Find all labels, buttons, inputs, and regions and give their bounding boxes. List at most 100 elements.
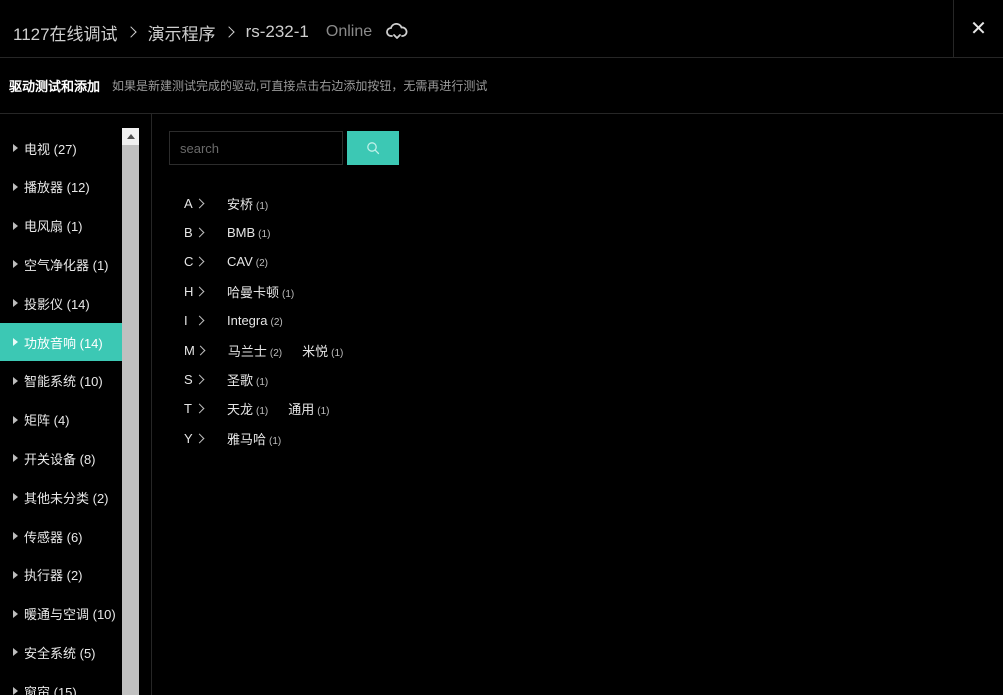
brand-item[interactable]: 圣歌 (1) <box>227 370 268 389</box>
breadcrumb-item-program[interactable]: 演示程序 <box>148 20 216 45</box>
brand-item[interactable]: 哈曼卡顿 (1) <box>227 282 294 301</box>
section-title: 驱动测试和添加 <box>9 79 101 94</box>
brand-group-row: H 哈曼卡顿 (1) <box>184 276 314 306</box>
brand-group-letter: M <box>184 342 195 358</box>
sidebar-item[interactable]: 传感器 (6) <box>0 517 122 555</box>
brand-group-letter: S <box>184 371 193 387</box>
caret-right-icon <box>13 570 18 579</box>
caret-right-icon <box>13 221 18 230</box>
sidebar-item[interactable]: 安全系统 (5) <box>0 633 122 671</box>
sidebar-item-label: 空气净化器 (1) <box>24 257 109 273</box>
brand-name: BMB <box>227 224 256 240</box>
sidebar-item[interactable]: 暖通与空调 (10) <box>0 595 122 633</box>
brand-group-letter: B <box>184 224 193 240</box>
connection-status: Online <box>325 23 373 40</box>
brand-group-row: C CAV (2) <box>184 247 288 277</box>
chevron-right-icon <box>124 26 137 38</box>
sidebar-item-label: 播放器 (12) <box>24 180 90 196</box>
chevron-right-icon <box>194 227 205 238</box>
sidebar-item-label: 功放音响 (14) <box>24 335 103 351</box>
brand-group-row: T 天龙 (1) 通用 (1) <box>184 394 350 424</box>
brand-count: (2) <box>255 258 268 270</box>
brand-item[interactable]: 米悦 (1) <box>302 341 343 360</box>
brand-group-row: M 马兰士 (2) 米悦 (1) <box>184 335 363 365</box>
brand-name: 天龙 <box>227 402 254 418</box>
brand-group-letter: I <box>184 313 188 329</box>
scroll-up-button[interactable] <box>122 128 139 145</box>
brand-item[interactable]: 天龙 (1) <box>227 399 268 418</box>
sidebar-item-label: 智能系统 (10) <box>24 374 103 390</box>
brand-group-letter: T <box>184 401 192 417</box>
close-button[interactable]: ✕ <box>953 0 1003 58</box>
brand-item[interactable]: 雅马哈 (1) <box>227 429 281 448</box>
caret-right-icon <box>13 609 18 618</box>
brand-item[interactable]: 安桥 (1) <box>227 194 268 213</box>
sidebar-item-label: 传感器 (6) <box>24 529 83 545</box>
sidebar-scrollbar-thumb[interactable] <box>122 145 139 695</box>
brand-name: 圣歌 <box>227 372 254 388</box>
sidebar-item[interactable]: 功放音响 (14) <box>0 323 122 361</box>
sidebar-item[interactable]: 窗帘 (15) <box>0 672 122 695</box>
chevron-right-icon <box>194 403 205 414</box>
cloud-sync-icon[interactable] <box>386 23 408 41</box>
section-hint: 如果是新建测试完成的驱动,可直接点击右边添加按钮，无需再进行测试 <box>112 79 488 93</box>
sidebar-item-label: 开关设备 (8) <box>24 451 96 467</box>
chevron-right-icon <box>194 315 205 326</box>
sidebar-item[interactable]: 投影仪 (14) <box>0 284 122 322</box>
brand-item[interactable]: 马兰士 (2) <box>228 341 282 360</box>
arrow-up-icon <box>126 134 135 139</box>
breadcrumb-item-device: rs-232-1 <box>245 22 309 41</box>
brand-group-row: S 圣歌 (1) <box>184 364 288 394</box>
brand-count: (1) <box>269 435 282 447</box>
search-icon <box>367 142 380 155</box>
caret-right-icon <box>13 454 18 463</box>
sidebar-item[interactable]: 矩阵 (4) <box>0 401 122 439</box>
caret-right-icon <box>13 182 18 191</box>
brand-group-letter: Y <box>184 430 193 446</box>
breadcrumb-item-project[interactable]: 1127在线调试 <box>13 20 118 45</box>
brand-name: CAV <box>227 254 253 270</box>
sidebar-item-label: 暖通与空调 (10) <box>24 607 116 623</box>
brand-count: (1) <box>256 200 269 212</box>
sidebar-item[interactable]: 播放器 (12) <box>0 168 122 206</box>
brand-name: 通用 <box>288 402 315 418</box>
brand-name: 马兰士 <box>227 343 267 359</box>
brand-count: (1) <box>317 406 330 418</box>
sidebar-item-label: 投影仪 (14) <box>24 296 90 312</box>
sidebar-item[interactable]: 其他未分类 (2) <box>0 478 122 516</box>
brand-item[interactable]: BMB (1) <box>227 225 270 240</box>
brand-count: (1) <box>256 406 269 418</box>
search-button[interactable] <box>347 131 399 165</box>
sidebar-item[interactable]: 空气净化器 (1) <box>0 245 122 283</box>
sidebar-item[interactable]: 电风扇 (1) <box>0 207 122 245</box>
caret-right-icon <box>13 532 18 540</box>
brand-name: 哈曼卡顿 <box>227 284 280 300</box>
brand-name: Integra <box>227 313 268 329</box>
chevron-right-icon <box>194 433 205 444</box>
brand-count: (1) <box>282 288 295 300</box>
chevron-right-icon <box>222 26 235 38</box>
caret-right-icon <box>13 260 18 269</box>
brand-group-row: A 安桥 (1) <box>184 188 288 218</box>
brand-group-letter: A <box>184 195 193 211</box>
brand-item[interactable]: CAV (2) <box>227 254 268 269</box>
sidebar-item[interactable]: 电视 (27) <box>0 129 122 167</box>
brand-group-row: Y 雅马哈 (1) <box>184 423 301 453</box>
brand-name: 安桥 <box>227 196 254 212</box>
sidebar-item[interactable]: 执行器 (2) <box>0 556 122 594</box>
brand-name: 米悦 <box>302 343 329 359</box>
brand-count: (1) <box>331 347 344 359</box>
brand-item[interactable]: Integra (2) <box>227 313 283 328</box>
brand-count: (2) <box>269 347 283 359</box>
sidebar-item[interactable]: 智能系统 (10) <box>0 362 122 400</box>
brand-count: (2) <box>270 317 283 329</box>
brand-item[interactable]: 通用 (1) <box>288 399 329 418</box>
search-input[interactable] <box>169 131 343 165</box>
sidebar-item-label: 安全系统 (5) <box>24 645 96 661</box>
sidebar-item[interactable]: 开关设备 (8) <box>0 439 122 477</box>
caret-right-icon <box>13 299 18 308</box>
caret-right-icon <box>13 493 18 502</box>
caret-right-icon <box>13 648 18 657</box>
caret-right-icon <box>13 144 18 152</box>
caret-right-icon <box>13 415 18 424</box>
